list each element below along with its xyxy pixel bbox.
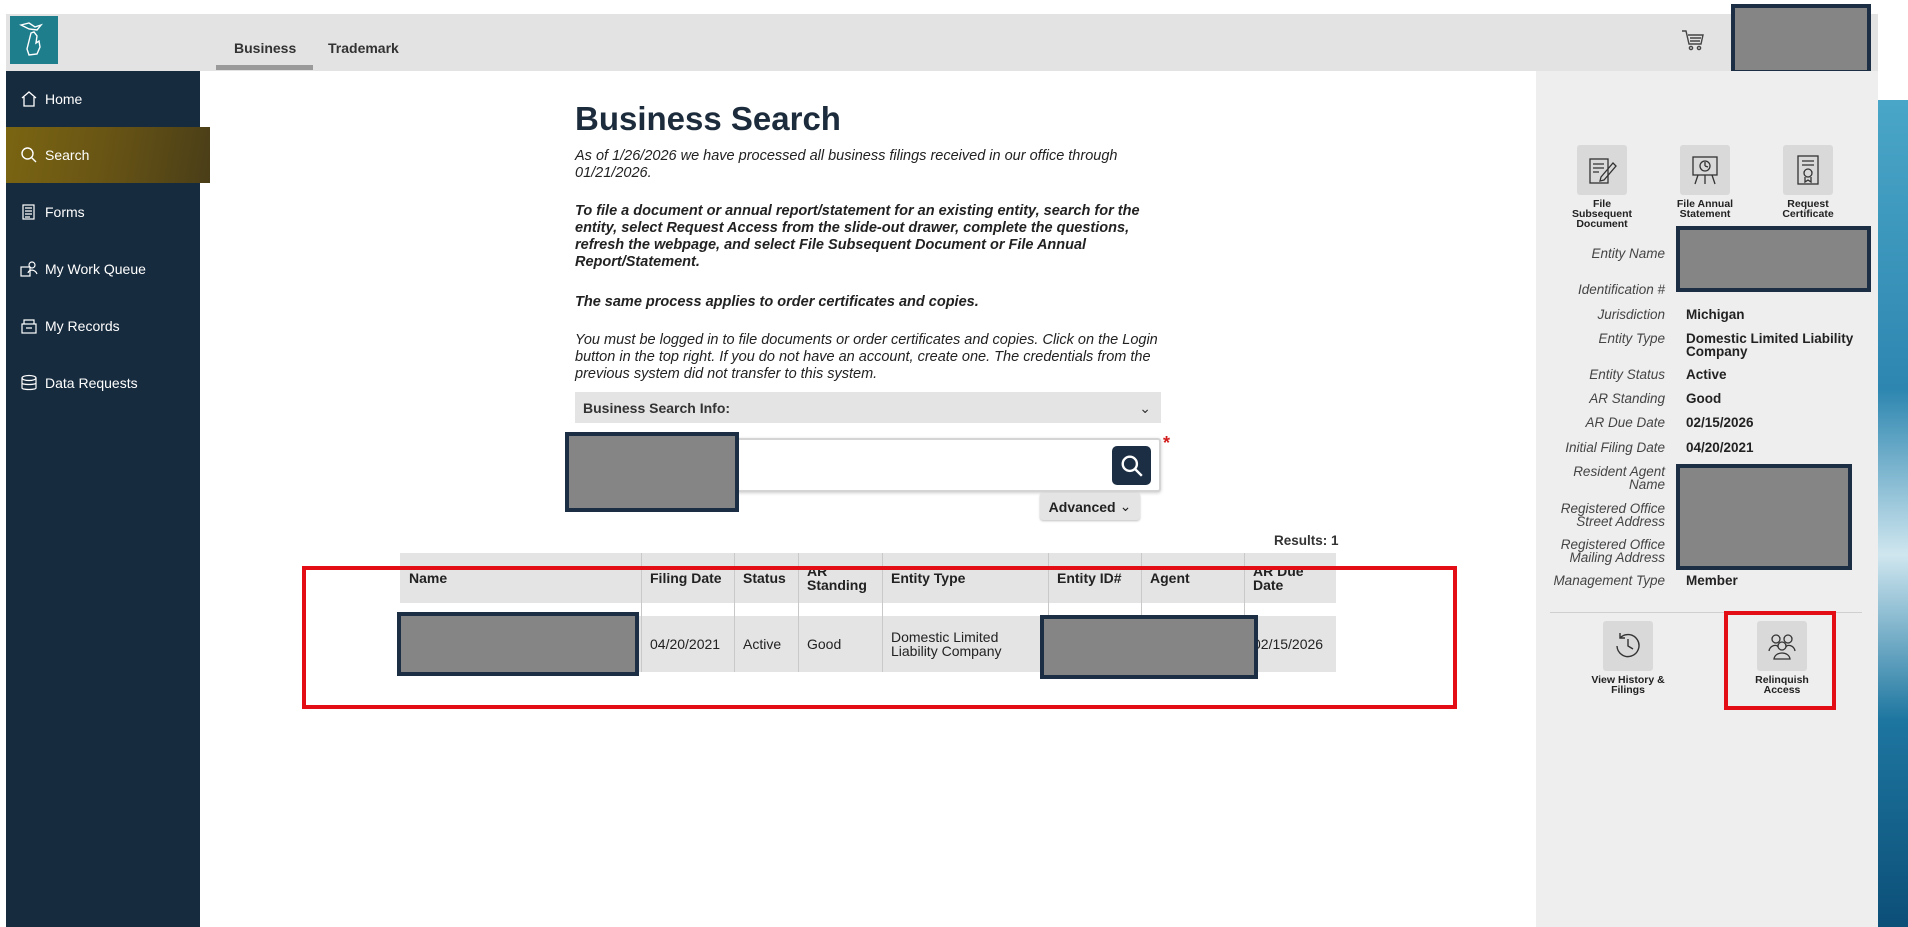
action-label: File Annual Statement — [1676, 198, 1734, 220]
action-label: View History & Filings — [1591, 674, 1665, 696]
advanced-button[interactable]: Advanced ⌄ — [1040, 493, 1140, 520]
field-value-entity-status: Active — [1686, 367, 1727, 382]
advanced-label: Advanced — [1048, 498, 1116, 515]
chevron-down-icon: ⌄ — [1119, 498, 1132, 514]
michigan-logo-icon[interactable] — [10, 16, 58, 64]
results-count: Results: 1 — [1274, 533, 1339, 548]
search-icon — [1121, 455, 1143, 477]
login-note: You must be logged in to file documents … — [575, 332, 1158, 382]
sidebar-item-label: Home — [45, 91, 83, 107]
sidebar-item-home[interactable]: Home — [6, 71, 200, 127]
home-icon — [21, 91, 37, 107]
sidebar-item-label: Search — [45, 147, 90, 163]
app-root: Business Trademark Home Search Forms My … — [0, 0, 1908, 927]
request-certificate-button[interactable]: Request Certificate — [1768, 145, 1848, 219]
entity-name-value-redacted — [1676, 226, 1871, 292]
field-value-management-type: Member — [1686, 573, 1738, 588]
field-value-ar-standing: Good — [1686, 391, 1722, 406]
work-queue-icon — [20, 261, 38, 277]
tab-trademark[interactable]: Trademark — [328, 40, 399, 56]
business-search-info-accordion[interactable]: Business Search Info: ⌄ — [575, 392, 1161, 423]
history-icon — [1616, 633, 1640, 658]
sidebar-item-records[interactable]: My Records — [6, 298, 200, 354]
sidebar-item-forms[interactable]: Forms — [6, 184, 200, 240]
search-icon — [21, 147, 37, 163]
account-redacted[interactable] — [1731, 4, 1871, 74]
result-highlight-box — [302, 566, 1457, 709]
active-tab-indicator — [216, 65, 313, 70]
sidebar: Home Search Forms My Work Queue My Recor… — [6, 71, 210, 927]
sidebar-item-label: Forms — [45, 204, 85, 220]
file-subsequent-document-button[interactable]: File Subsequent Document — [1562, 145, 1642, 229]
sidebar-item-search[interactable]: Search — [6, 127, 210, 183]
annual-statement-icon — [1692, 156, 1718, 185]
tab-business[interactable]: Business — [234, 40, 296, 56]
sidebar-item-label: Data Requests — [45, 375, 138, 391]
action-label: Request Certificate — [1782, 198, 1834, 220]
file-annual-statement-button[interactable]: File Annual Statement — [1665, 145, 1745, 219]
database-icon — [21, 374, 37, 391]
sidebar-item-work-queue[interactable]: My Work Queue — [6, 241, 200, 297]
agent-address-value-redacted — [1676, 464, 1852, 570]
search-value-redacted — [565, 432, 739, 512]
file-edit-icon — [1589, 158, 1617, 184]
field-value-jurisdiction: Michigan — [1686, 307, 1745, 322]
chevron-down-icon: ⌄ — [1139, 400, 1151, 416]
search-button[interactable] — [1112, 446, 1151, 485]
cart-icon[interactable] — [1680, 28, 1706, 52]
desktop-background — [1878, 100, 1908, 927]
records-icon — [21, 319, 37, 334]
action-label: File Subsequent Document — [1571, 198, 1633, 230]
field-value-ar-due-date: 02/15/2026 — [1686, 415, 1754, 430]
page-title: Business Search — [575, 100, 841, 137]
forms-icon — [22, 204, 35, 220]
field-value-entity-type: Domestic Limited Liability Company — [1686, 331, 1854, 359]
apple-menu-icon — [1893, 106, 1905, 118]
sidebar-item-data-requests[interactable]: Data Requests — [6, 355, 200, 411]
sidebar-item-label: My Work Queue — [45, 261, 146, 277]
sidebar-item-label: My Records — [45, 318, 120, 334]
filing-instructions: To file a document or annual report/stat… — [575, 203, 1140, 270]
processing-notice: As of 1/26/2026 we have processed all bu… — [575, 148, 1118, 181]
required-marker: * — [1163, 433, 1171, 453]
view-history-filings-button[interactable]: View History & Filings — [1588, 621, 1668, 695]
field-value-initial-filing-date: 04/20/2021 — [1686, 440, 1754, 455]
accordion-label: Business Search Info: — [583, 400, 731, 416]
certificate-note: The same process applies to order certif… — [575, 294, 979, 310]
relinquish-highlight-box — [1724, 611, 1836, 710]
certificate-icon — [1797, 155, 1819, 185]
